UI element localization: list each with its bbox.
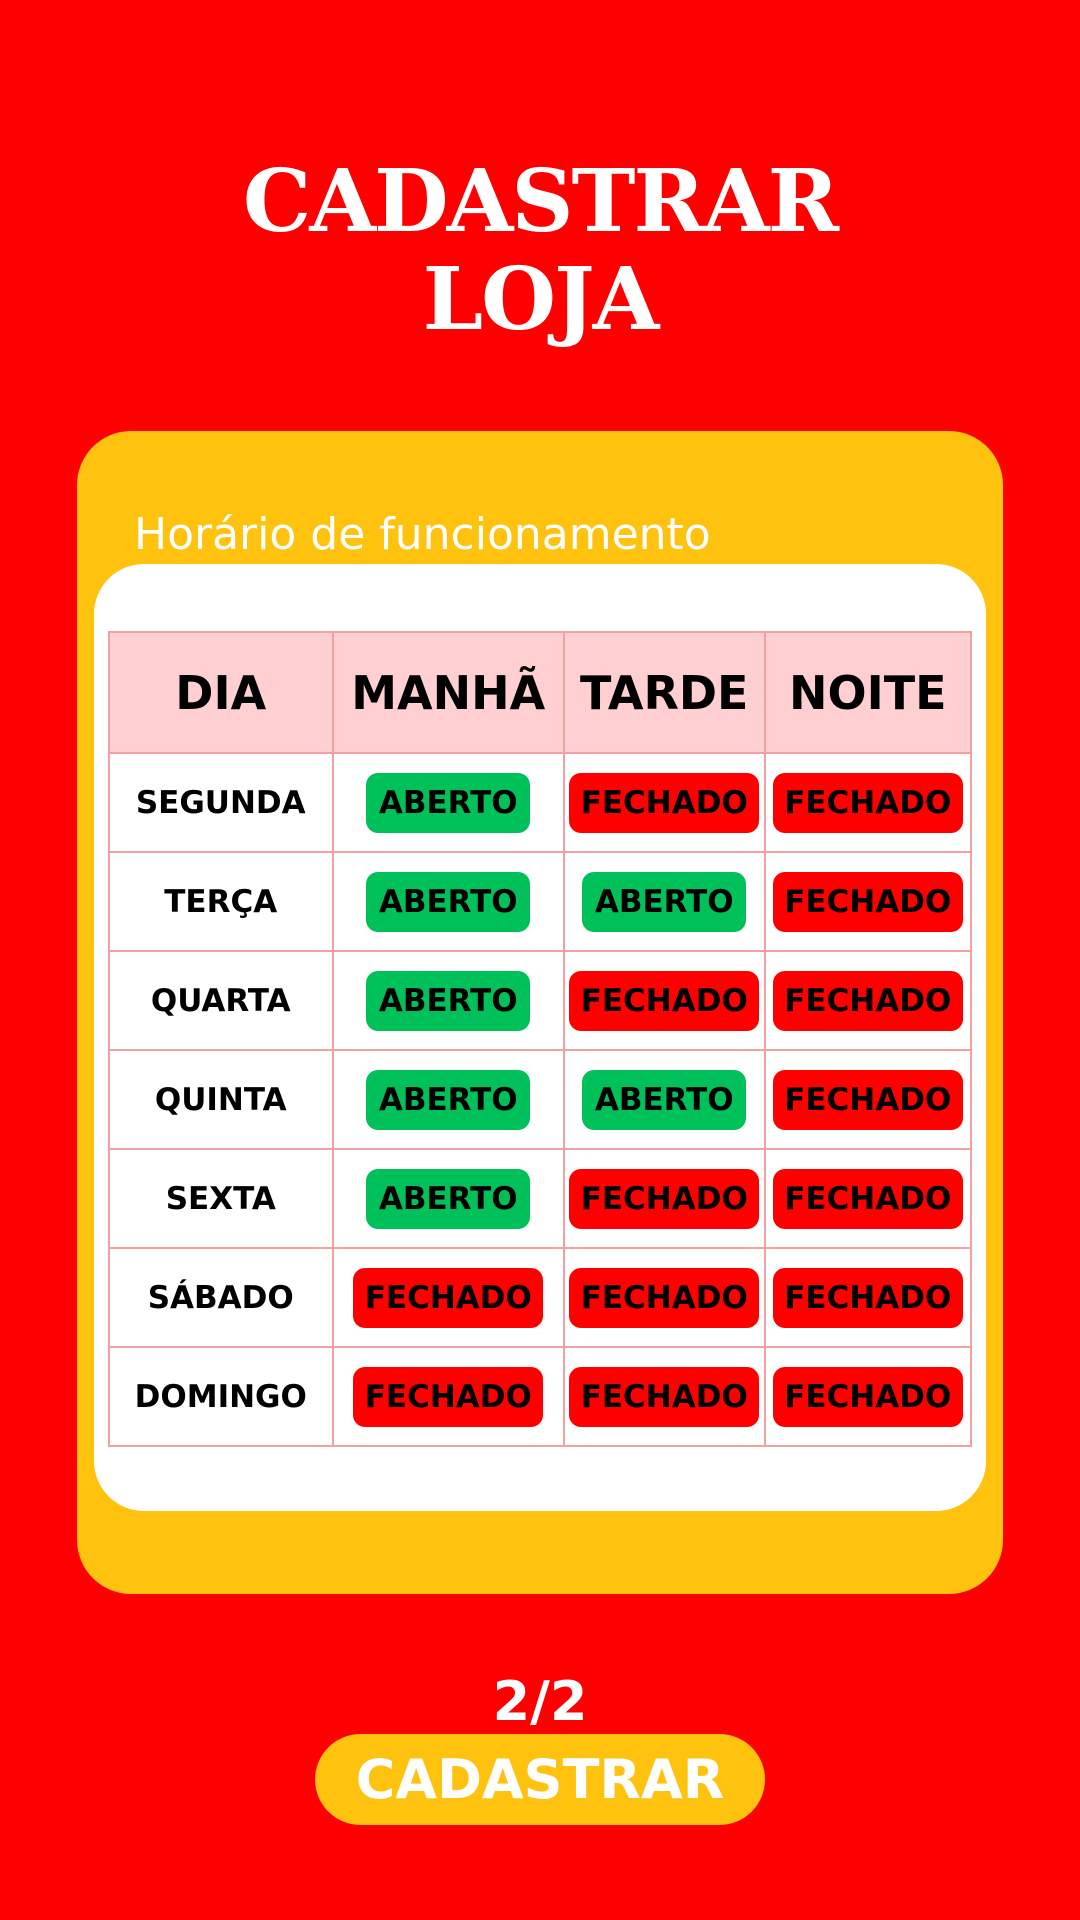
status-toggle-noite[interactable]: FECHADO	[772, 1366, 963, 1427]
status-cell-noite: FECHADO	[763, 752, 972, 853]
day-label: QUARTA	[150, 982, 291, 1019]
status-toggle-tarde[interactable]: FECHADO	[569, 970, 760, 1031]
status-toggle-noite[interactable]: FECHADO	[772, 871, 963, 932]
status-cell-noite: FECHADO	[763, 1346, 972, 1447]
status-cell-noite: FECHADO	[763, 1247, 972, 1348]
day-cell: SEGUNDA	[108, 752, 334, 853]
status-toggle-tarde[interactable]: ABERTO	[582, 1069, 747, 1130]
column-header-noite: NOITE	[763, 631, 972, 754]
status-cell-manha: FECHADO	[331, 1247, 566, 1348]
day-label: QUINTA	[154, 1081, 287, 1118]
day-cell: QUINTA	[108, 1049, 334, 1150]
status-cell-tarde: FECHADO	[563, 1346, 766, 1447]
table-row: SÁBADO FECHADO FECHADO FECHADO	[108, 1247, 972, 1348]
page-title-line1: CADASTRAR	[242, 150, 839, 252]
status-toggle-tarde[interactable]: ABERTO	[582, 871, 747, 932]
status-toggle-manha[interactable]: FECHADO	[353, 1366, 544, 1427]
status-cell-manha: ABERTO	[331, 851, 566, 952]
status-toggle-noite[interactable]: FECHADO	[772, 970, 963, 1031]
day-cell: SÁBADO	[108, 1247, 334, 1348]
status-toggle-manha[interactable]: ABERTO	[366, 1168, 531, 1229]
schedule-header-row: DIA MANHÃ TARDE NOITE	[108, 631, 972, 754]
status-cell-manha: FECHADO	[331, 1346, 566, 1447]
status-cell-tarde: FECHADO	[563, 1247, 766, 1348]
status-toggle-noite[interactable]: FECHADO	[772, 1168, 963, 1229]
table-row: DOMINGO FECHADO FECHADO FECHADO	[108, 1346, 972, 1447]
day-label: TERÇA	[164, 883, 278, 920]
column-header-tarde: TARDE	[563, 631, 766, 754]
table-row: SEXTA ABERTO FECHADO FECHADO	[108, 1148, 972, 1249]
status-toggle-noite[interactable]: FECHADO	[772, 1069, 963, 1130]
day-label: DOMINGO	[134, 1378, 307, 1415]
status-cell-manha: ABERTO	[331, 752, 566, 853]
status-cell-tarde: FECHADO	[563, 752, 766, 853]
status-toggle-manha[interactable]: ABERTO	[366, 772, 531, 833]
page-counter: 2/2	[492, 1670, 588, 1733]
status-cell-noite: FECHADO	[763, 950, 972, 1051]
status-toggle-tarde[interactable]: FECHADO	[569, 1366, 760, 1427]
day-cell: SEXTA	[108, 1148, 334, 1249]
status-cell-noite: FECHADO	[763, 851, 972, 952]
status-toggle-noite[interactable]: FECHADO	[772, 772, 963, 833]
day-label: SEXTA	[165, 1180, 276, 1217]
status-cell-manha: ABERTO	[331, 1049, 566, 1150]
page-title-line2: LOJA	[422, 248, 660, 350]
schedule-label: Horário de funcionamento	[134, 509, 711, 560]
status-toggle-manha[interactable]: FECHADO	[353, 1267, 544, 1328]
status-toggle-tarde[interactable]: FECHADO	[569, 772, 760, 833]
day-cell: DOMINGO	[108, 1346, 334, 1447]
status-cell-tarde: FECHADO	[563, 1148, 766, 1249]
status-cell-manha: ABERTO	[331, 950, 566, 1051]
status-toggle-manha[interactable]: ABERTO	[366, 871, 531, 932]
day-label: SÁBADO	[147, 1279, 294, 1316]
status-toggle-tarde[interactable]: FECHADO	[569, 1168, 760, 1229]
table-row: QUINTA ABERTO ABERTO FECHADO	[108, 1049, 972, 1150]
status-toggle-noite[interactable]: FECHADO	[772, 1267, 963, 1328]
day-cell: QUARTA	[108, 950, 334, 1051]
status-cell-tarde: ABERTO	[563, 851, 766, 952]
table-row: TERÇA ABERTO ABERTO FECHADO	[108, 851, 972, 952]
page-title: CADASTRAR LOJA	[0, 150, 1080, 350]
schedule-table: DIA MANHÃ TARDE NOITE SEGUNDA ABERTO FECHA…	[108, 631, 972, 1447]
status-toggle-manha[interactable]: ABERTO	[366, 970, 531, 1031]
status-cell-tarde: ABERTO	[563, 1049, 766, 1150]
status-cell-tarde: FECHADO	[563, 950, 766, 1051]
status-cell-noite: FECHADO	[763, 1148, 972, 1249]
column-header-dia: DIA	[108, 631, 334, 754]
status-toggle-manha[interactable]: ABERTO	[366, 1069, 531, 1130]
table-row: QUARTA ABERTO FECHADO FECHADO	[108, 950, 972, 1051]
table-row: SEGUNDA ABERTO FECHADO FECHADO	[108, 752, 972, 853]
status-toggle-tarde[interactable]: FECHADO	[569, 1267, 760, 1328]
day-cell: TERÇA	[108, 851, 334, 952]
status-cell-noite: FECHADO	[763, 1049, 972, 1150]
column-header-manha: MANHÃ	[331, 631, 566, 754]
day-label: SEGUNDA	[135, 784, 306, 821]
status-cell-manha: ABERTO	[331, 1148, 566, 1249]
submit-button[interactable]: CADASTRAR	[315, 1734, 765, 1825]
